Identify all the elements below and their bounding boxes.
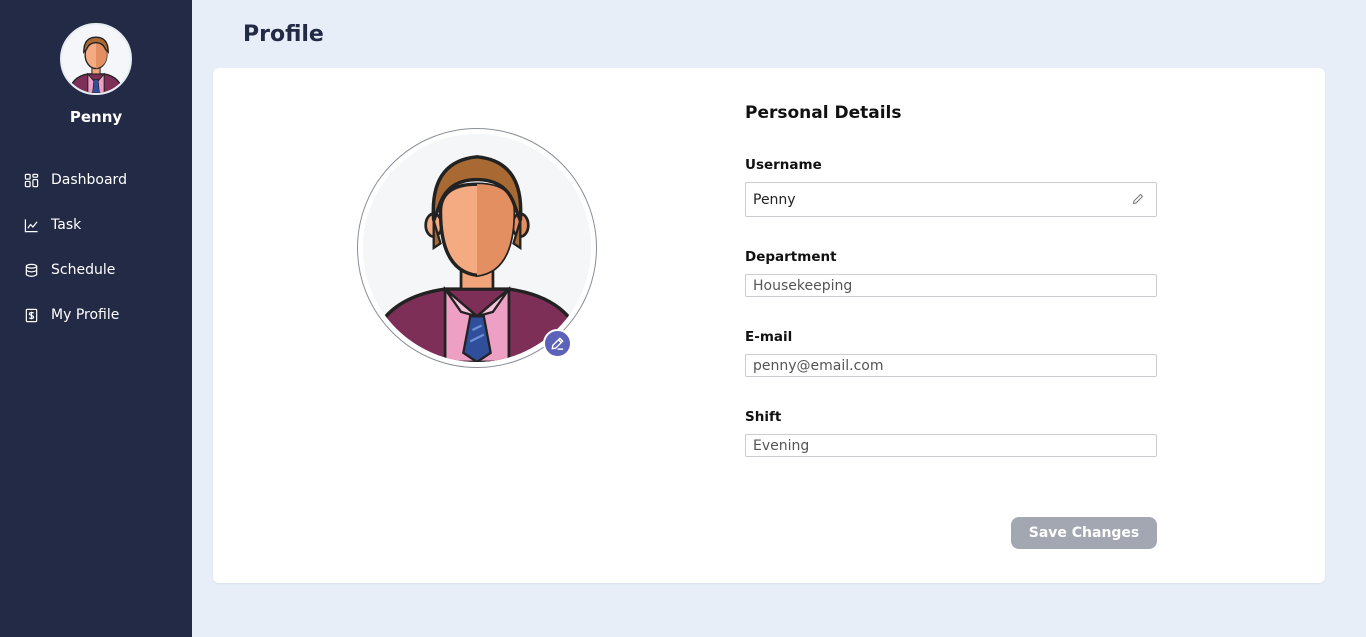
user-avatar-icon — [62, 25, 130, 93]
sidebar-item-label: Dashboard — [51, 172, 127, 188]
sidebar-user-name: Penny — [69, 108, 123, 126]
profile-file-icon — [24, 308, 39, 323]
email-input[interactable] — [746, 355, 1156, 377]
username-label: Username — [745, 157, 822, 173]
username-field[interactable] — [745, 182, 1157, 217]
edit-icon — [551, 337, 564, 350]
user-avatar-icon — [363, 134, 591, 362]
profile-photo-image — [363, 134, 591, 362]
email-label: E-mail — [745, 329, 793, 345]
department-label: Department — [745, 249, 837, 265]
sidebar: Penny Dashboard Task Schedule My Profile — [0, 0, 192, 637]
profile-card: Personal Details Username Department E-m… — [213, 68, 1325, 583]
database-icon — [24, 263, 39, 278]
page-title: Profile — [243, 22, 324, 47]
save-changes-button[interactable]: Save Changes — [1011, 517, 1157, 549]
chart-icon — [24, 218, 39, 233]
sidebar-item-label: My Profile — [51, 307, 120, 323]
sidebar-item-label: Task — [51, 217, 82, 233]
sidebar-item-task[interactable]: Task — [24, 214, 81, 236]
edit-photo-button[interactable] — [543, 329, 572, 358]
personal-details-title: Personal Details — [745, 103, 902, 123]
dashboard-icon — [24, 173, 39, 188]
pencil-icon[interactable] — [1132, 193, 1144, 205]
sidebar-item-my-profile[interactable]: My Profile — [24, 304, 119, 326]
shift-field[interactable] — [745, 434, 1157, 457]
department-field[interactable] — [745, 274, 1157, 297]
sidebar-item-dashboard[interactable]: Dashboard — [24, 169, 127, 191]
profile-photo — [357, 128, 597, 368]
shift-input[interactable] — [746, 435, 1156, 457]
sidebar-item-schedule[interactable]: Schedule — [24, 259, 115, 281]
username-input[interactable] — [746, 183, 1156, 216]
sidebar-item-label: Schedule — [51, 262, 116, 278]
avatar[interactable] — [60, 23, 132, 95]
department-input[interactable] — [746, 275, 1156, 297]
shift-label: Shift — [745, 409, 782, 425]
email-field[interactable] — [745, 354, 1157, 377]
